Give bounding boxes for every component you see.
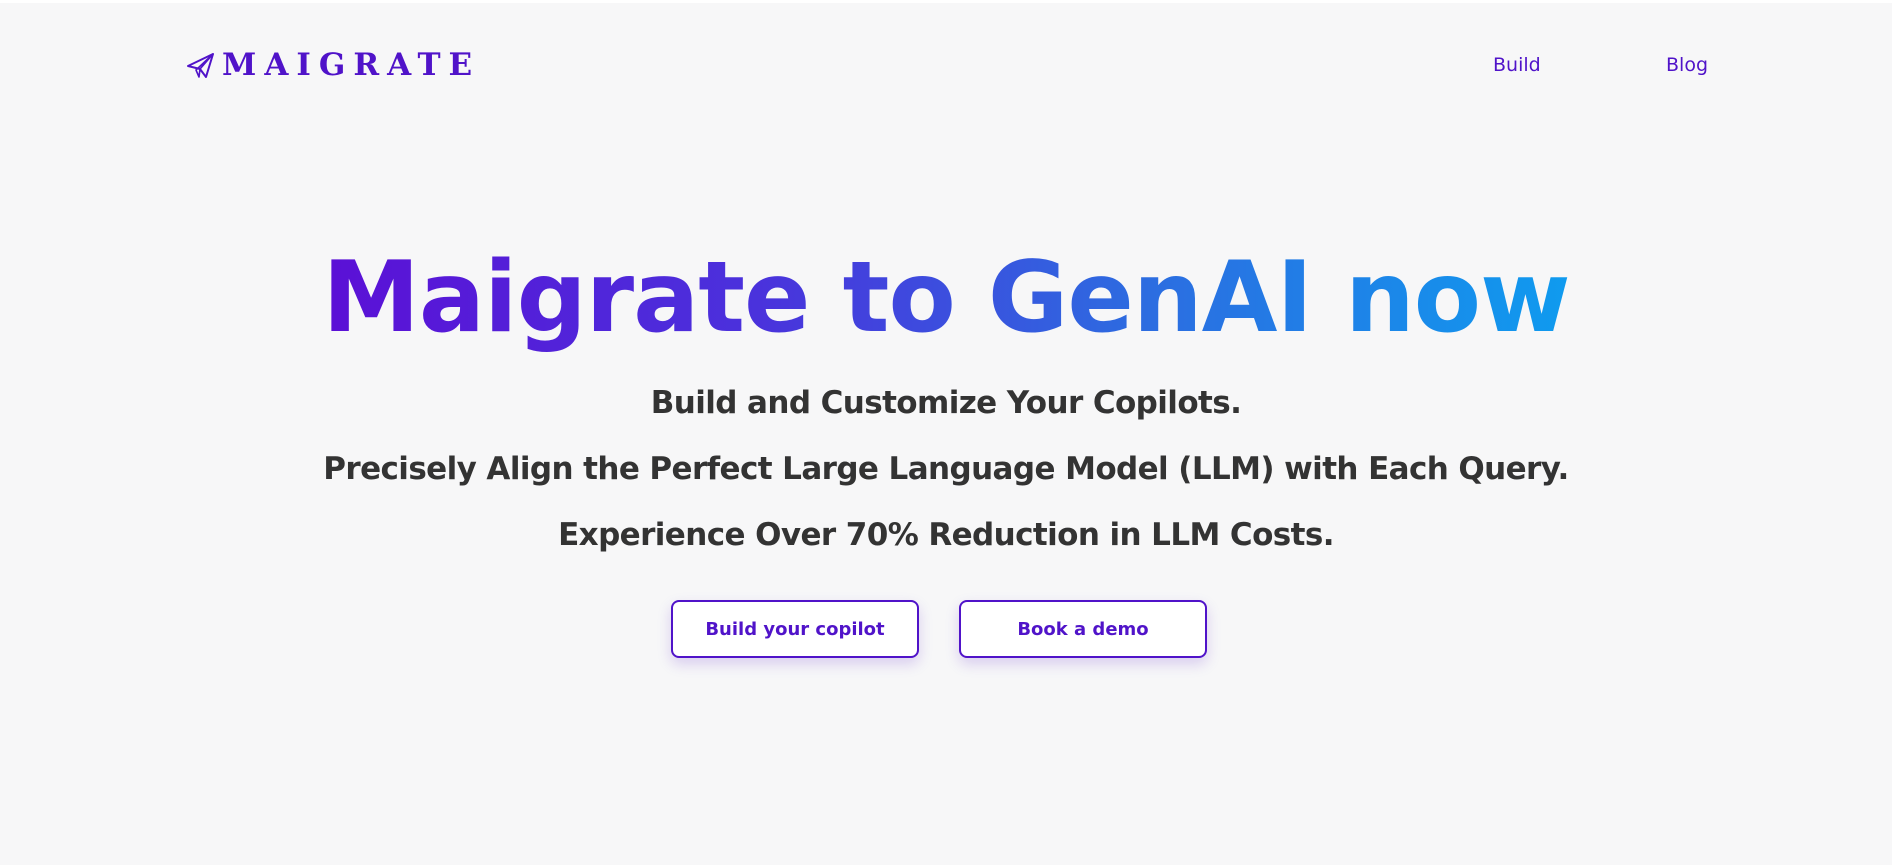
hero-headline: Maigrate to GenAI now: [322, 228, 1570, 368]
main-nav: Build Blog: [0, 52, 1892, 82]
build-copilot-button[interactable]: Build your copilot: [671, 600, 919, 658]
cta-group: Build your copilot Book a demo: [0, 600, 1892, 658]
nav-link-blog[interactable]: Blog: [1666, 52, 1708, 78]
hero-tagline-llm: Precisely Align the Perfect Large Langua…: [323, 451, 1569, 487]
nav-link-build[interactable]: Build: [1493, 52, 1541, 78]
hero-section: Maigrate to GenAI now Build and Customiz…: [0, 228, 1892, 568]
hero-tagline-costs: Experience Over 70% Reduction in LLM Cos…: [558, 517, 1334, 553]
hero-tagline-copilots: Build and Customize Your Copilots.: [650, 385, 1242, 421]
site-header: MAIGRATE Build Blog: [0, 3, 1892, 128]
book-demo-button[interactable]: Book a demo: [959, 600, 1207, 658]
